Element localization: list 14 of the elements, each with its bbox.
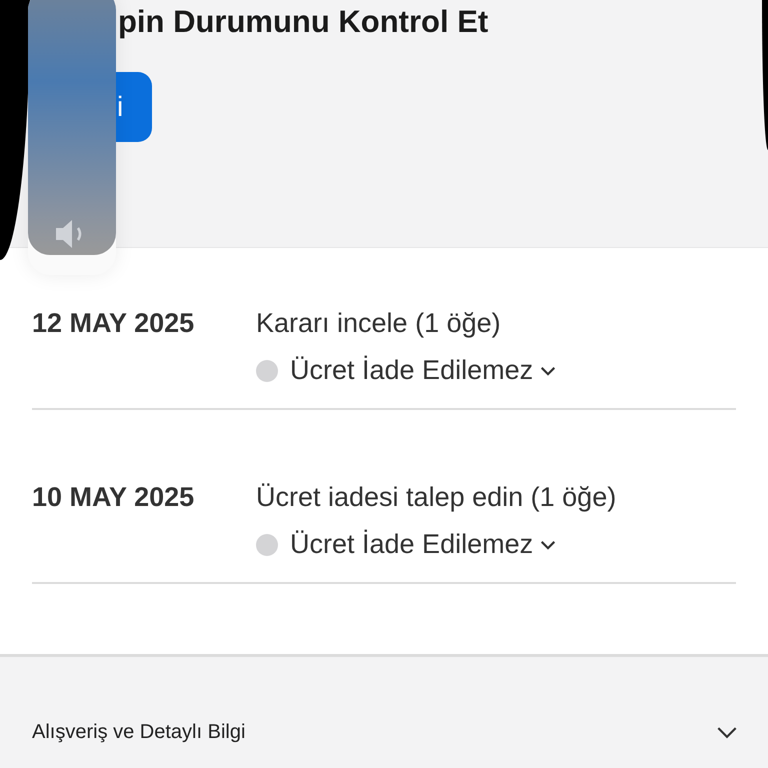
chevron-down-icon bbox=[716, 726, 738, 739]
event-date: 10 MAY 2025 bbox=[32, 481, 196, 514]
event-title: Kararı incele (1 öğe) bbox=[256, 307, 502, 340]
event-date: 12 MAY 2025 bbox=[32, 307, 196, 340]
event-title: Ücret iadesi talep edin (1 öğe) bbox=[256, 481, 618, 514]
status-dropdown[interactable]: Ücret İade Edilemez bbox=[290, 529, 558, 560]
details-accordion[interactable]: Alışveriş ve Detaylı Bilgi bbox=[32, 721, 738, 744]
status-dot bbox=[256, 360, 278, 382]
status-dot bbox=[256, 534, 278, 556]
primary-button[interactable]: i bbox=[116, 72, 152, 142]
chevron-down-icon bbox=[539, 539, 558, 550]
status-dropdown[interactable]: Ücret İade Edilemez bbox=[290, 355, 558, 386]
page-title: pin Durumunu Kontrol Et bbox=[118, 3, 490, 41]
chevron-down-icon bbox=[539, 365, 558, 376]
